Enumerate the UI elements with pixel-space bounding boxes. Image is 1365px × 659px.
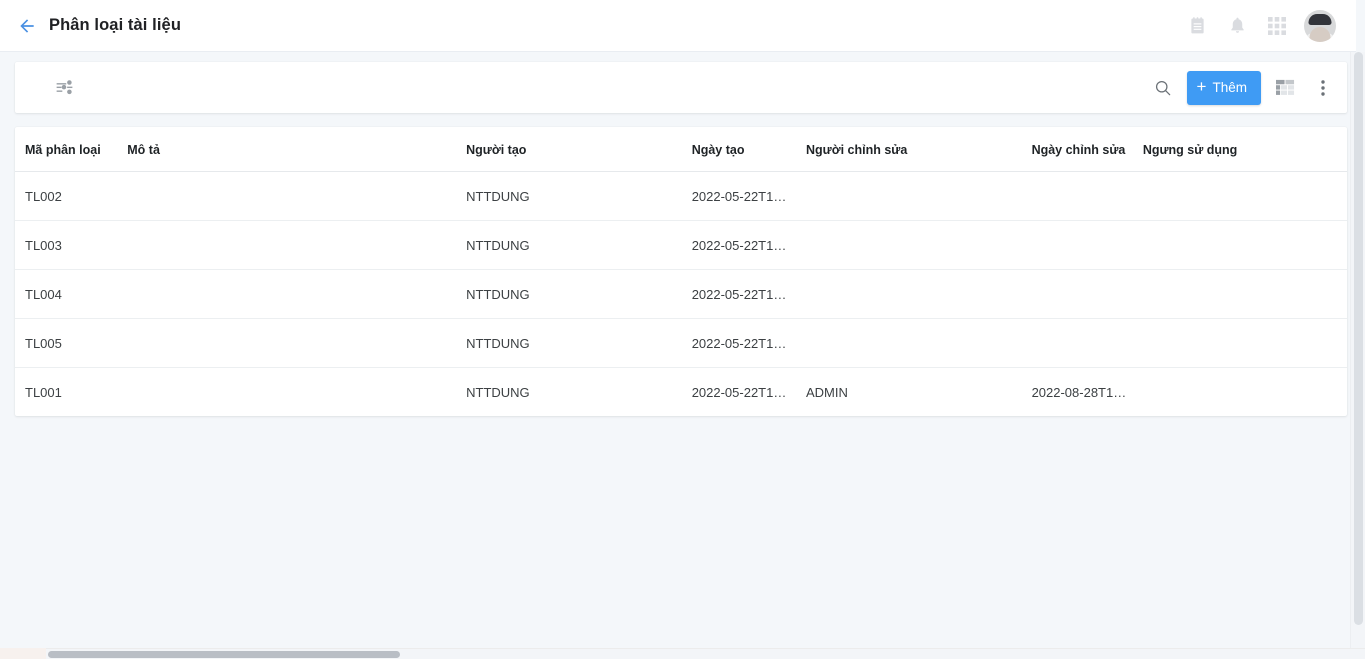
page-title: Phân loại tài liệu xyxy=(49,16,181,34)
cell-ngay-tao: 2022-05-22T1… xyxy=(691,385,787,400)
cell-mo-ta xyxy=(127,269,467,319)
cell-ngay-tao: 2022-05-22T1… xyxy=(691,318,806,368)
cell-mo-ta xyxy=(127,171,467,221)
table-row[interactable]: TL005 NTTDUNG 2022-05-22T1… xyxy=(15,318,1347,368)
cell-ngung-su-dung xyxy=(1142,171,1347,221)
cell-nguoi-tao: NTTDUNG xyxy=(466,269,692,319)
column-header-ngay-chinh-sua[interactable]: Ngày chỉnh sửa xyxy=(1031,127,1143,172)
table-body: TL002 NTTDUNG 2022-05-22T1… TL003 NTTDUN… xyxy=(15,171,1347,417)
notepad-icon[interactable] xyxy=(1184,13,1210,39)
column-header-ngung-su-dung[interactable]: Ngưng sử dụng xyxy=(1142,127,1347,172)
bell-icon[interactable] xyxy=(1224,13,1250,39)
apps-grid-icon[interactable] xyxy=(1264,13,1290,39)
filter-settings-icon[interactable] xyxy=(49,73,79,103)
add-button-label: Thêm xyxy=(1212,80,1247,95)
cell-nguoi-chinh-sua xyxy=(806,269,1032,319)
app-header: Phân loại tài liệu xyxy=(0,0,1356,52)
cell-nguoi-tao: NTTDUNG xyxy=(466,318,692,368)
table-row[interactable]: TL004 NTTDUNG 2022-05-22T1… xyxy=(15,269,1347,319)
table-view-icon[interactable] xyxy=(1271,74,1299,102)
cell-ma-phan-loai: TL003 xyxy=(15,220,128,270)
cell-ngay-chinh-sua xyxy=(1031,269,1143,319)
column-header-mo-ta[interactable]: Mô tả xyxy=(127,127,467,172)
table-header: Mã phân loại Mô tả Người tạo Ngày tạo Ng… xyxy=(15,127,1347,172)
cell-ngay-tao: 2022-05-22T1… xyxy=(691,220,806,270)
avatar-cap xyxy=(1308,13,1332,25)
horizontal-scrollbar-thumb[interactable] xyxy=(48,651,400,658)
cell-nguoi-chinh-sua xyxy=(806,318,1032,368)
cell-ma-phan-loai: TL002 xyxy=(15,171,128,221)
vertical-scrollbar-thumb[interactable] xyxy=(1354,52,1363,625)
column-header-nguoi-tao[interactable]: Người tạo xyxy=(466,127,692,172)
scrollbar-corner xyxy=(0,648,46,659)
cell-ngung-su-dung xyxy=(1142,318,1347,368)
cell-ma-phan-loai: TL001 xyxy=(25,385,62,400)
cell-ma-phan-loai: TL004 xyxy=(15,269,128,319)
cell-ngay-tao: 2022-05-22T1… xyxy=(691,171,806,221)
cell-mo-ta xyxy=(127,318,467,368)
column-header-nguoi-chinh-sua[interactable]: Người chỉnh sửa xyxy=(806,127,1032,172)
table-header-row: Mã phân loại Mô tả Người tạo Ngày tạo Ng… xyxy=(15,127,1347,172)
cell-nguoi-tao: NTTDUNG xyxy=(466,385,530,400)
column-header-ma-phan-loai[interactable]: Mã phân loại xyxy=(15,127,128,172)
cell-ngay-chinh-sua: 2022-08-28T1… xyxy=(1031,385,1127,400)
cell-ngay-chinh-sua xyxy=(1031,220,1143,270)
table-toolbar: + Thêm xyxy=(15,62,1347,113)
cell-nguoi-tao: NTTDUNG xyxy=(466,220,692,270)
cell-nguoi-chinh-sua xyxy=(806,220,1032,270)
cell-mo-ta xyxy=(127,220,467,270)
classification-table: Mã phân loại Mô tả Người tạo Ngày tạo Ng… xyxy=(15,127,1347,416)
page-content: + Thêm Mã phân loại Mô tả Người tạo Ngày… xyxy=(0,52,1356,651)
cell-ma-phan-loai: TL005 xyxy=(15,318,128,368)
toolbar-actions: + Thêm xyxy=(1149,70,1337,105)
more-vertical-icon[interactable] xyxy=(1309,74,1337,102)
plus-icon: + xyxy=(1196,77,1207,96)
cell-nguoi-chinh-sua xyxy=(806,171,1032,221)
add-button[interactable]: + Thêm xyxy=(1186,70,1261,105)
avatar-face xyxy=(1309,27,1331,42)
cell-ngay-chinh-sua xyxy=(1031,171,1143,221)
horizontal-scrollbar[interactable] xyxy=(0,648,1365,659)
user-avatar[interactable] xyxy=(1304,9,1336,42)
header-actions xyxy=(1184,9,1336,42)
search-icon[interactable] xyxy=(1149,74,1177,102)
cell-ngay-chinh-sua xyxy=(1031,318,1143,368)
cell-ngung-su-dung xyxy=(1143,368,1347,417)
back-button[interactable] xyxy=(10,9,44,43)
cell-ngay-tao: 2022-05-22T1… xyxy=(691,269,806,319)
arrow-left-icon xyxy=(20,18,34,33)
cell-nguoi-tao: NTTDUNG xyxy=(466,171,692,221)
table-row[interactable]: TL002 NTTDUNG 2022-05-22T1… xyxy=(15,171,1347,221)
cell-ngung-su-dung xyxy=(1142,220,1347,270)
table-row[interactable]: TL003 NTTDUNG 2022-05-22T1… xyxy=(15,220,1347,270)
cell-ngung-su-dung xyxy=(1142,269,1347,319)
table-row[interactable]: TL001 NTTDUNG 2022-05-22T1… ADMIN 2022-0… xyxy=(15,368,1347,417)
cell-mo-ta xyxy=(127,368,466,417)
vertical-scrollbar[interactable] xyxy=(1350,52,1365,659)
cell-nguoi-chinh-sua: ADMIN xyxy=(806,385,848,400)
column-header-ngay-tao[interactable]: Ngày tạo xyxy=(691,127,806,172)
classification-table-card: Mã phân loại Mô tả Người tạo Ngày tạo Ng… xyxy=(15,127,1347,416)
